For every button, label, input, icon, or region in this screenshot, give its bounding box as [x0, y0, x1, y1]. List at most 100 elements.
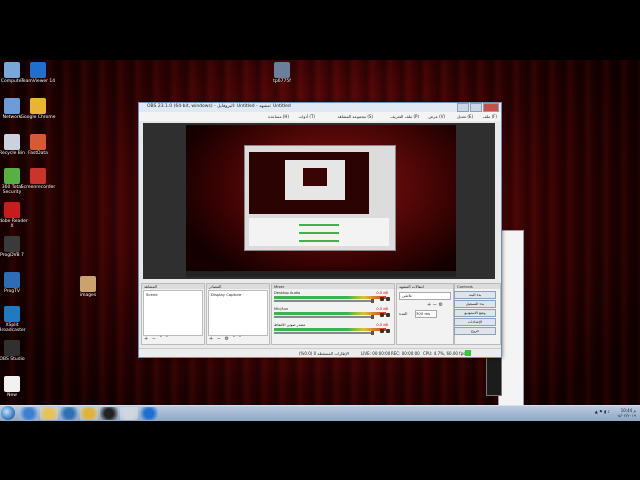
media-player-icon[interactable]: [60, 407, 78, 420]
minimize-button[interactable]: [457, 103, 469, 112]
status-indicator: [465, 350, 471, 356]
exit-button[interactable]: خروج: [454, 327, 496, 335]
desktop-icon-label: ProgTV: [4, 289, 20, 294]
teamviewer-icon[interactable]: [140, 407, 158, 420]
desktop-icon[interactable]: ProgTV: [0, 272, 30, 294]
transition-select[interactable]: تلاشي: [399, 292, 451, 300]
desktop-icon[interactable]: New: [0, 376, 30, 398]
controls-panel-title: Controls: [455, 284, 500, 289]
scenes-panel-title: المشاهد: [142, 284, 204, 289]
source-item[interactable]: Display Capture: [209, 291, 267, 298]
settings-button[interactable]: الإعدادات: [454, 318, 496, 326]
desktop-icon[interactable]: images: [70, 276, 106, 298]
volume-slider[interactable]: [274, 299, 374, 303]
obs-icon[interactable]: [100, 407, 118, 420]
duration-input[interactable]: 300 ms: [415, 310, 437, 318]
desktop-icon-label: Adobe Reader X: [0, 219, 28, 229]
volume-meter: [274, 296, 386, 299]
desktop-icon[interactable]: TeamViewer 14: [20, 62, 56, 84]
gear-icon[interactable]: [386, 297, 390, 301]
menu-item-tools[interactable]: أدوات (T): [298, 114, 315, 119]
clock-date: ٠٥/٠٢/٢٠١٩: [616, 413, 636, 418]
menu-item-file[interactable]: ملف (F): [483, 114, 497, 119]
scene-item[interactable]: Scene: [144, 291, 202, 298]
progtv-icon: [4, 272, 20, 288]
scenes-list[interactable]: Scene: [143, 290, 203, 336]
start-recording-button[interactable]: بدء التسجيل: [454, 300, 496, 308]
volume-slider[interactable]: [274, 331, 374, 335]
desktop-icon-label: XSplit Broadcaster: [0, 323, 26, 333]
volume-slider[interactable]: [274, 315, 374, 319]
mixer-source-name: Mic/Aux: [274, 307, 289, 311]
mixer-source-name: مصدر صوتي الالتقاط: [274, 323, 306, 327]
menu-item-scene-collection[interactable]: مجموعة المشاهد (S): [338, 114, 373, 119]
recycle-bin-icon: [4, 134, 20, 150]
ie-icon[interactable]: [20, 407, 38, 420]
document-icon: [4, 376, 20, 392]
obs-title: OBS 23.1.0 (64-bit, windows) - البروفايل…: [147, 104, 291, 109]
controls-panel: Controls بدء البث بدء التسجيل وضع الاستو…: [454, 283, 501, 345]
menu-item-edit[interactable]: تعديل (E): [457, 114, 473, 119]
obs-statusbar: الإطارات المسقطة 0 (0.0%) LIVE: 00:00:00…: [139, 348, 501, 357]
scenes-toolbar[interactable]: + − ˄ ˅: [144, 336, 169, 342]
menu-item-help[interactable]: مساعدة (H): [268, 114, 289, 119]
desktop-icon[interactable]: XSplit Broadcaster: [0, 306, 30, 333]
desktop-icon-label: Google Chrome: [20, 115, 56, 120]
fastdata-icon: [30, 134, 46, 150]
transition-add-remove[interactable]: + − ⚙: [427, 302, 443, 308]
menu-item-profile[interactable]: ملف التعريف (P): [390, 114, 419, 119]
progdvb-icon: [4, 236, 20, 252]
sources-toolbar[interactable]: + − ⚙ ˄ ˅: [209, 336, 242, 342]
desktop-icon[interactable]: ProgDVB 7: [0, 236, 30, 258]
nested-obs-window: [244, 145, 396, 251]
rec-timer: REC: 00:00:00: [391, 351, 420, 356]
desktop-icon-label: images: [79, 293, 97, 298]
explorer-icon[interactable]: [40, 407, 58, 420]
network-icon: [4, 98, 20, 114]
scenes-panel: المشاهد Scene + − ˄ ˅: [141, 283, 205, 345]
speaker-icon[interactable]: [380, 329, 384, 333]
gear-icon[interactable]: [386, 313, 390, 317]
fastdata-icon[interactable]: [120, 407, 138, 420]
duration-label: المدة: [399, 311, 408, 316]
studio-mode-button[interactable]: وضع الاستوديو: [454, 309, 496, 317]
adobe-reader-icon: [4, 202, 20, 218]
obs-icon: [4, 340, 20, 356]
computer-icon: [4, 62, 20, 78]
preview-canvas[interactable]: [143, 123, 495, 279]
cpu-usage: CPU: 4.7%, 60.00 fps: [423, 351, 466, 356]
screenrecorder-icon: [30, 168, 46, 184]
desktop-icon[interactable]: Adobe Reader X: [0, 202, 30, 229]
preview-desktop-capture: [186, 125, 456, 277]
start-streaming-button[interactable]: بدء البث: [454, 291, 496, 299]
chrome-icon: [30, 98, 46, 114]
desktop-icon[interactable]: tp6775f: [264, 62, 300, 84]
obs-window[interactable]: OBS 23.1.0 (64-bit, windows) - البروفايل…: [138, 102, 502, 358]
sources-panel: المصادر Display Capture + − ⚙ ˄ ˅: [206, 283, 270, 345]
desktop-icon[interactable]: Google Chrome: [20, 98, 56, 120]
desktop-icon-label: tp6775f: [273, 79, 291, 84]
maximize-button[interactable]: [470, 103, 482, 112]
volume-meter: [274, 328, 386, 331]
desktop-icon[interactable]: OBS Studio: [0, 340, 30, 362]
system-tray[interactable]: ▲ ⚑ ▮ ♪: [595, 409, 610, 414]
obs-titlebar[interactable]: OBS 23.1.0 (64-bit, windows) - البروفايل…: [139, 103, 501, 112]
desktop-icon-label: OBS Studio: [0, 357, 25, 362]
sources-list[interactable]: Display Capture: [208, 290, 268, 336]
speaker-icon[interactable]: [380, 313, 384, 317]
desktop-icon-label: Screenrecorder: [20, 185, 56, 190]
transitions-panel: انتقالات المشهد تلاشي + − ⚙ المدة 300 ms: [396, 283, 454, 345]
desktop-icon[interactable]: FastData: [20, 134, 56, 156]
desktop-icon-label: FastData: [28, 151, 48, 156]
mixer-panel: Mixer Desktop Audio 0.0 dB Mic/Aux 0.0 d…: [271, 283, 395, 345]
start-button[interactable]: [1, 406, 15, 420]
chrome-icon[interactable]: [80, 407, 98, 420]
close-button[interactable]: [483, 103, 499, 112]
menu-item-view[interactable]: عرض (V): [428, 114, 445, 119]
taskbar: ▲ ⚑ ▮ ♪ 10:44 م ٠٥/٠٢/٢٠١٩: [0, 405, 640, 421]
clock[interactable]: 10:44 م ٠٥/٠٢/٢٠١٩: [616, 408, 636, 418]
gear-icon[interactable]: [386, 329, 390, 333]
speaker-icon[interactable]: [380, 297, 384, 301]
desktop-icon[interactable]: Screenrecorder: [20, 168, 56, 190]
mixer-db: 0.0 dB: [376, 291, 388, 295]
